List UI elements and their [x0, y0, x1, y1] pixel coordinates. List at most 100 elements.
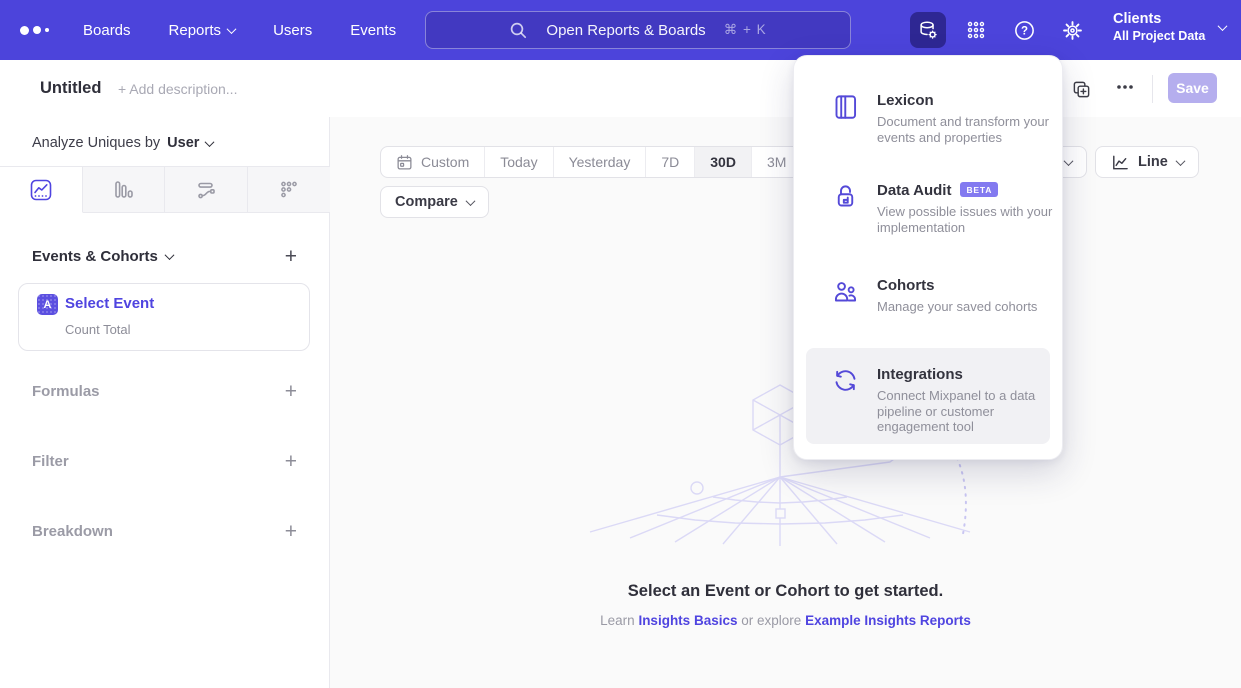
date-range-7d[interactable]: 7D [646, 147, 695, 177]
date-range-label: Today [500, 154, 537, 170]
line-chart-tab-icon [30, 179, 52, 201]
tab-bar-chart[interactable] [83, 167, 166, 213]
filter-section: Filter + [32, 451, 297, 472]
tab-flow[interactable] [165, 167, 248, 213]
menu-item-title: Lexicon [877, 92, 934, 109]
menu-item-title: Integrations [877, 366, 963, 383]
insights-basics-link[interactable]: Insights Basics [638, 613, 737, 628]
select-event-label[interactable]: Select Event [65, 295, 154, 312]
empty-state-title: Select an Event or Cohort to get started… [330, 582, 1241, 601]
nav-item-label: Events [350, 22, 396, 39]
example-reports-link[interactable]: Example Insights Reports [805, 613, 971, 628]
menu-item-cohorts[interactable]: Cohorts Manage your saved cohorts [832, 277, 1044, 315]
tab-scatter[interactable] [248, 167, 331, 213]
mixpanel-logo[interactable] [20, 0, 49, 60]
menu-item-title: Data Audit [877, 182, 951, 199]
nav-item-boards[interactable]: Boards [83, 22, 131, 39]
chevron-down-icon [205, 137, 215, 147]
description-field[interactable]: + Add description... [118, 81, 237, 97]
analyze-value: User [167, 135, 199, 151]
events-cohorts-section: Events & Cohorts + [32, 246, 297, 267]
tab-line-chart[interactable] [0, 167, 83, 213]
menu-item-lexicon[interactable]: Lexicon Document and transform your even… [832, 92, 1044, 145]
chart-type-label: Line [1138, 154, 1168, 170]
chevron-down-icon [465, 196, 475, 206]
empty-state-subtitle: Learn Insights Basics or explore Example… [330, 613, 1241, 628]
data-management-button[interactable] [910, 12, 946, 48]
date-range-today[interactable]: Today [485, 147, 553, 177]
search-input[interactable]: Open Reports & Boards ⌘ + K [425, 11, 851, 49]
settings-gear-icon [1061, 19, 1084, 42]
chevron-down-icon [164, 250, 174, 260]
date-range-label: 7D [661, 154, 679, 170]
more-options-button[interactable] [1116, 84, 1134, 90]
nav-item-label: Boards [83, 22, 131, 39]
apps-grid-button[interactable] [958, 12, 994, 48]
menu-item-description: Connect Mixpanel to a data pipeline or c… [877, 388, 1059, 435]
chart-type-button[interactable]: Line [1095, 146, 1199, 178]
svg-text:?: ? [1020, 25, 1027, 37]
date-range-label: Custom [421, 154, 469, 170]
report-canvas: Custom Today Yesterday 7D 30D 3M 6M Comp… [330, 117, 1241, 688]
project-scope: All Project Data [1113, 28, 1205, 44]
lexicon-book-icon [832, 93, 859, 120]
nav-item-events[interactable]: Events [350, 22, 396, 39]
date-range-yesterday[interactable]: Yesterday [554, 147, 647, 177]
integrations-sync-icon [832, 367, 859, 394]
menu-item-description: Manage your saved cohorts [877, 299, 1059, 315]
analyze-label: Analyze Uniques by [32, 135, 160, 151]
compare-label: Compare [395, 194, 458, 210]
breakdown-section: Breakdown + [32, 521, 297, 542]
data-management-icon [917, 19, 939, 41]
bar-chart-tab-icon [112, 179, 134, 201]
date-range-label: 30D [710, 154, 736, 170]
event-card[interactable]: A Select Event Count Total [18, 283, 310, 351]
duplicate-button[interactable] [1072, 80, 1091, 99]
duplicate-icon [1072, 80, 1091, 99]
beta-badge: BETA [960, 182, 998, 197]
flow-tab-icon [195, 179, 217, 201]
save-button[interactable]: Save [1168, 73, 1217, 103]
empty-state-middle: or explore [741, 613, 801, 628]
chevron-down-icon [1175, 156, 1185, 166]
nav-item-reports[interactable]: Reports [169, 22, 236, 39]
compare-button[interactable]: Compare [380, 186, 489, 218]
more-icon [1116, 84, 1134, 90]
chevron-down-icon [227, 24, 237, 34]
help-icon: ? [1013, 19, 1036, 42]
date-range-custom[interactable]: Custom [381, 147, 485, 177]
page-title[interactable]: Untitled [40, 79, 101, 98]
data-management-menu: Lexicon Document and transform your even… [793, 55, 1063, 460]
nav-item-users[interactable]: Users [273, 22, 312, 39]
project-selector[interactable]: Clients All Project Data [1113, 10, 1226, 44]
cohorts-people-icon [832, 278, 859, 305]
menu-item-integrations[interactable]: Integrations Connect Mixpanel to a data … [832, 366, 1044, 435]
add-formula-button[interactable]: + [285, 381, 297, 402]
analyze-by-dropdown[interactable]: User [167, 135, 213, 151]
help-button[interactable]: ? [1006, 12, 1042, 48]
date-range-30d[interactable]: 30D [695, 147, 752, 177]
search-shortcut: ⌘ + K [724, 22, 767, 38]
search-icon [509, 21, 528, 40]
chevron-down-icon [1218, 21, 1228, 31]
settings-button[interactable] [1054, 12, 1090, 48]
menu-item-description: View possible issues with your implement… [877, 204, 1059, 235]
top-nav: Boards Reports Users Events Open Reports… [0, 0, 1241, 60]
line-chart-icon [1110, 153, 1129, 172]
add-filter-button[interactable]: + [285, 451, 297, 472]
chart-type-tabbar [0, 166, 330, 212]
menu-item-data-audit[interactable]: Data AuditBETA View possible issues with… [832, 182, 1044, 235]
section-title: Events & Cohorts [32, 248, 158, 265]
date-range-label: Yesterday [569, 154, 631, 170]
empty-state-prefix: Learn [600, 613, 635, 628]
query-builder-sidebar: Analyze Uniques by User [0, 117, 330, 688]
add-breakdown-button[interactable]: + [285, 521, 297, 542]
count-total-label[interactable]: Count Total [65, 322, 131, 337]
project-name: Clients [1113, 10, 1205, 28]
formulas-label: Formulas [32, 383, 100, 400]
events-cohorts-header[interactable]: Events & Cohorts [32, 248, 173, 265]
chevron-down-icon [1064, 156, 1074, 166]
date-range-control: Custom Today Yesterday 7D 30D 3M 6M [380, 146, 853, 178]
menu-item-title: Cohorts [877, 277, 935, 294]
add-event-button[interactable]: + [285, 246, 297, 267]
